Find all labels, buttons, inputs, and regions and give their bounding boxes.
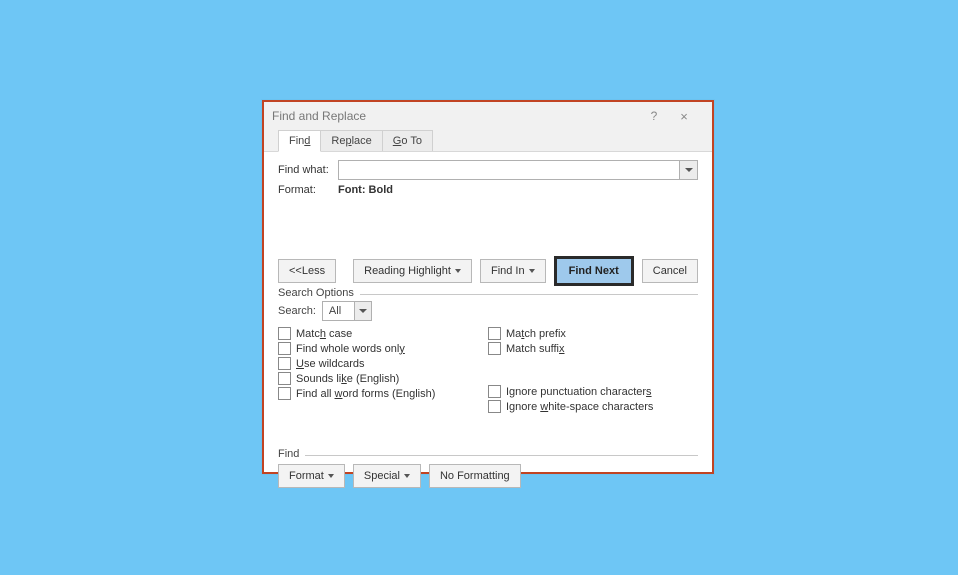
match-case-checkbox[interactable]: Match case bbox=[278, 327, 488, 340]
checkbox-box bbox=[488, 327, 501, 340]
tabstrip: Find Replace Go To bbox=[264, 130, 712, 152]
ignore-punct-checkbox[interactable]: Ignore punctuation characters bbox=[488, 385, 698, 398]
caret-down-icon bbox=[455, 269, 461, 273]
chevron-down-icon bbox=[359, 309, 367, 313]
format-label: Format: bbox=[278, 184, 338, 196]
help-icon[interactable]: ? bbox=[644, 109, 664, 123]
format-button[interactable]: Format bbox=[278, 464, 345, 488]
find-what-input[interactable] bbox=[338, 160, 698, 180]
ignore-punct-label: Ignore punctuation characters bbox=[506, 386, 652, 398]
titlebar: Find and Replace ? × bbox=[264, 102, 712, 130]
dialog-title: Find and Replace bbox=[272, 109, 644, 123]
sounds-like-label: Sounds like (English) bbox=[296, 373, 399, 385]
find-in-button[interactable]: Find In bbox=[480, 259, 546, 283]
dialog-body: Find what: Format: Font: Bold bbox=[264, 152, 712, 196]
find-what-row: Find what: bbox=[278, 160, 698, 180]
match-suffix-label: Match suffix bbox=[506, 343, 565, 355]
match-prefix-label: Match prefix bbox=[506, 328, 566, 340]
options-columns: Match case Find whole words only Use wil… bbox=[278, 327, 698, 415]
chevron-down-icon bbox=[685, 168, 693, 172]
close-icon[interactable]: × bbox=[664, 109, 704, 124]
whole-words-checkbox[interactable]: Find whole words only bbox=[278, 342, 488, 355]
find-group-buttons: Format Special No Formatting bbox=[278, 464, 698, 488]
no-formatting-button[interactable]: No Formatting bbox=[429, 464, 521, 488]
match-prefix-checkbox[interactable]: Match prefix bbox=[488, 327, 698, 340]
search-options-group: Search Options Search: All Match case Fi… bbox=[278, 294, 698, 415]
checkbox-box bbox=[278, 357, 291, 370]
checkbox-box bbox=[278, 372, 291, 385]
find-replace-dialog: Find and Replace ? × Find Replace Go To … bbox=[262, 100, 714, 474]
tab-goto-label: Go To bbox=[393, 135, 422, 147]
checkbox-box bbox=[488, 342, 501, 355]
caret-down-icon bbox=[328, 474, 334, 478]
find-what-label: Find what: bbox=[278, 164, 338, 176]
search-options-legend: Search Options bbox=[278, 287, 360, 299]
word-forms-checkbox[interactable]: Find all word forms (English) bbox=[278, 387, 488, 400]
search-direction-label: Search: bbox=[278, 305, 316, 317]
reading-highlight-button[interactable]: Reading Highlight bbox=[353, 259, 472, 283]
match-suffix-checkbox[interactable]: Match suffix bbox=[488, 342, 698, 355]
tab-replace-label: Replace bbox=[331, 135, 371, 147]
checkbox-box bbox=[278, 342, 291, 355]
action-button-row: << Less Reading Highlight Find In Find N… bbox=[264, 256, 712, 286]
caret-down-icon bbox=[404, 474, 410, 478]
match-case-label: Match case bbox=[296, 328, 352, 340]
checkbox-box bbox=[278, 387, 291, 400]
search-direction-dropdown-toggle[interactable] bbox=[354, 302, 371, 320]
find-group-legend: Find bbox=[278, 448, 305, 460]
whole-words-label: Find whole words only bbox=[296, 343, 405, 355]
find-group: Find Format Special No Formatting bbox=[278, 455, 698, 488]
format-row: Format: Font: Bold bbox=[278, 184, 698, 196]
tab-find-label: Find bbox=[289, 135, 310, 147]
checkbox-box bbox=[488, 400, 501, 413]
less-button[interactable]: << Less bbox=[278, 259, 336, 283]
search-direction-row: Search: All bbox=[278, 301, 698, 321]
wildcards-label: Use wildcards bbox=[296, 358, 364, 370]
search-direction-select[interactable]: All bbox=[322, 301, 372, 321]
ignore-ws-checkbox[interactable]: Ignore white-space characters bbox=[488, 400, 698, 413]
special-button[interactable]: Special bbox=[353, 464, 421, 488]
word-forms-label: Find all word forms (English) bbox=[296, 388, 435, 400]
cancel-button[interactable]: Cancel bbox=[642, 259, 698, 283]
checkbox-box bbox=[278, 327, 291, 340]
find-next-button[interactable]: Find Next bbox=[554, 256, 634, 286]
tab-replace[interactable]: Replace bbox=[320, 130, 382, 151]
tab-find[interactable]: Find bbox=[278, 130, 321, 152]
ignore-ws-label: Ignore white-space characters bbox=[506, 401, 653, 413]
checkbox-box bbox=[488, 385, 501, 398]
options-left-column: Match case Find whole words only Use wil… bbox=[278, 327, 488, 415]
wildcards-checkbox[interactable]: Use wildcards bbox=[278, 357, 488, 370]
caret-down-icon bbox=[529, 269, 535, 273]
options-right-column: Match prefix Match suffix Ignore punctua… bbox=[488, 327, 698, 415]
format-value: Font: Bold bbox=[338, 184, 393, 196]
tab-goto[interactable]: Go To bbox=[382, 130, 433, 151]
find-what-dropdown[interactable] bbox=[679, 161, 697, 179]
sounds-like-checkbox[interactable]: Sounds like (English) bbox=[278, 372, 488, 385]
